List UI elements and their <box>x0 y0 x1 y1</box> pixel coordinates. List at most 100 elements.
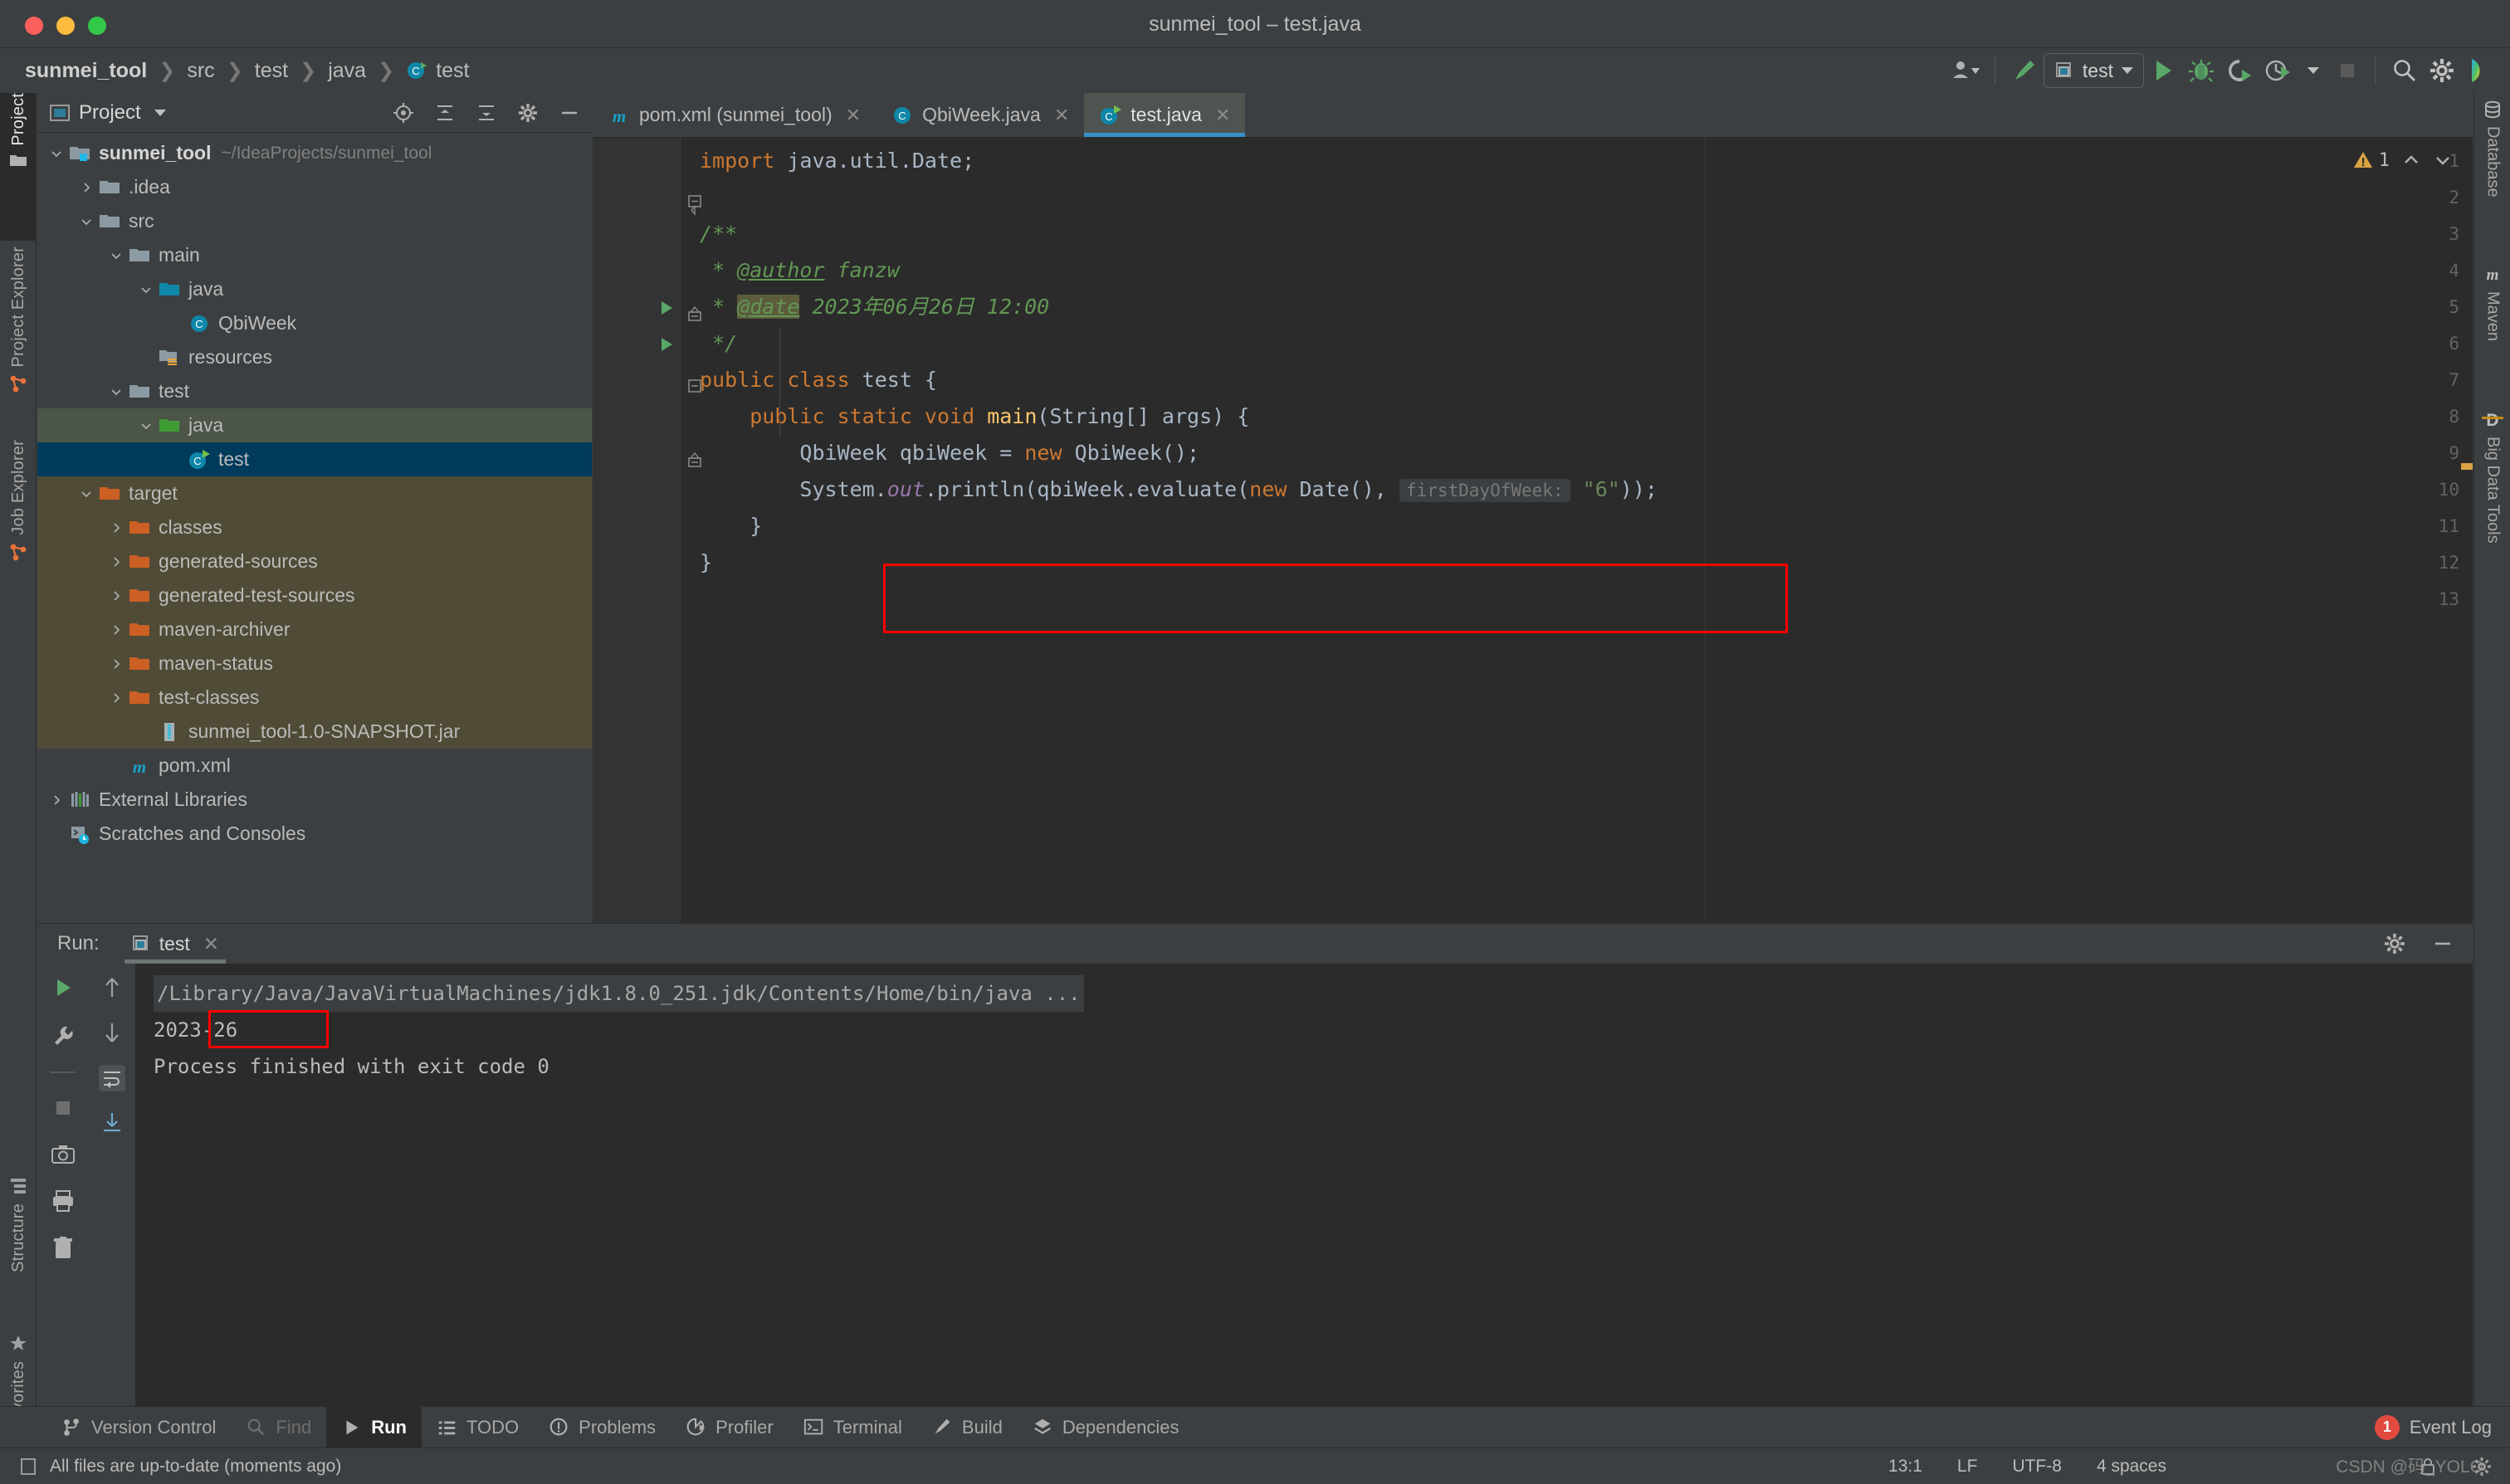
tool-window-button[interactable]: Find <box>231 1407 326 1447</box>
chevron-right-icon[interactable] <box>105 589 127 603</box>
down-arrow-icon[interactable] <box>101 1020 123 1045</box>
tree-row[interactable]: generated-sources <box>37 544 592 578</box>
caret-position[interactable]: 13:1 <box>1888 1457 1922 1477</box>
editor-gutter[interactable] <box>593 138 680 923</box>
gear-icon[interactable] <box>2383 932 2406 955</box>
file-encoding[interactable]: UTF-8 <box>2012 1457 2062 1477</box>
sidebar-item-project[interactable]: Project <box>0 93 37 241</box>
sidebar-item-database[interactable]: Database <box>2474 100 2510 257</box>
hide-icon[interactable] <box>2431 932 2454 955</box>
tree-row[interactable]: Ctest <box>37 442 592 476</box>
search-icon[interactable] <box>2385 52 2424 89</box>
breadcrumb-item-test[interactable]: test <box>255 59 288 83</box>
tree-row[interactable]: Scratches and Consoles <box>37 817 592 851</box>
fold-marker-icon[interactable] <box>687 305 702 322</box>
camera-icon[interactable] <box>51 1143 76 1166</box>
breadcrumb-item-java[interactable]: java <box>328 59 366 83</box>
sidebar-item-project-explorer[interactable]: Project Explorer <box>0 247 37 433</box>
chevron-right-icon[interactable] <box>105 657 127 671</box>
tree-row[interactable]: src <box>37 204 592 238</box>
run-tab-test[interactable]: test ✕ <box>121 924 229 964</box>
chevron-down-icon[interactable] <box>76 215 97 228</box>
sidebar-item-job-explorer[interactable]: Job Explorer <box>0 440 37 606</box>
tree-row[interactable]: sunmei_tool ~/IdeaProjects/sunmei_tool <box>37 136 592 170</box>
tree-row[interactable]: target <box>37 476 592 510</box>
tree-row[interactable]: External Libraries <box>37 783 592 817</box>
tree-row[interactable]: C QbiWeek <box>37 306 592 340</box>
close-icon[interactable]: ✕ <box>846 105 861 126</box>
sidebar-item-maven[interactable]: m Maven <box>2474 263 2510 396</box>
close-icon[interactable]: ✕ <box>1215 105 1230 126</box>
chevron-right-icon[interactable] <box>76 181 97 194</box>
indent-setting[interactable]: 4 spaces <box>2097 1457 2166 1477</box>
trash-icon[interactable] <box>51 1236 75 1261</box>
chevron-right-icon[interactable] <box>46 793 67 807</box>
tool-window-button[interactable]: Profiler <box>671 1407 789 1447</box>
build-hammer-icon[interactable] <box>2005 52 2044 89</box>
fold-marker-icon[interactable] <box>687 378 702 393</box>
wrench-icon[interactable] <box>51 1023 76 1048</box>
breadcrumb-item-project[interactable]: sunmei_tool <box>25 59 147 83</box>
close-icon[interactable]: ✕ <box>1054 105 1069 126</box>
run-icon[interactable] <box>2144 52 2182 89</box>
breadcrumb-item-src[interactable]: src <box>187 59 214 83</box>
tree-row[interactable]: sunmei_tool-1.0-SNAPSHOT.jar <box>37 715 592 749</box>
chevron-right-icon[interactable] <box>105 555 127 569</box>
run-gutter-icon[interactable] <box>657 299 676 317</box>
lock-icon[interactable] <box>2419 1457 2437 1477</box>
tool-window-button[interactable]: Run <box>326 1407 422 1447</box>
chevron-down-icon[interactable] <box>135 283 157 296</box>
tree-row[interactable]: test <box>37 374 592 408</box>
inspection-widget[interactable]: 1 <box>2352 149 2453 171</box>
rerun-icon[interactable] <box>51 975 76 1000</box>
run-with-coverage-icon[interactable] <box>2220 52 2259 89</box>
line-separator[interactable]: LF <box>1957 1457 1978 1477</box>
chevron-down-icon[interactable] <box>2297 52 2330 89</box>
up-arrow-icon[interactable] <box>101 975 123 1000</box>
run-configuration-selector[interactable]: test <box>2043 53 2144 88</box>
profiler-icon[interactable] <box>2259 52 2297 89</box>
gear-icon[interactable] <box>2424 52 2460 89</box>
event-log-group[interactable]: 1 Event Log <box>2374 1407 2510 1447</box>
target-icon[interactable] <box>393 102 414 124</box>
tree-row[interactable]: classes <box>37 510 592 544</box>
chevron-right-icon[interactable] <box>105 521 127 535</box>
tree-row[interactable]: main <box>37 238 592 272</box>
chevron-right-icon[interactable] <box>105 623 127 637</box>
chevron-down-icon[interactable] <box>46 147 67 160</box>
tree-row[interactable]: java <box>37 408 592 442</box>
gear-icon[interactable] <box>517 102 539 124</box>
tool-window-bar[interactable]: Version Control Find Run TODO Problems Profil… <box>0 1406 2510 1447</box>
chevron-down-icon[interactable] <box>105 249 127 262</box>
console-output[interactable]: /Library/Java/JavaVirtualMachines/jdk1.8… <box>135 964 2473 1424</box>
scrollbar-warning-stripe[interactable] <box>2461 463 2473 470</box>
tree-row[interactable]: java <box>37 272 592 306</box>
project-tree[interactable]: sunmei_tool ~/IdeaProjects/sunmei_tool .id… <box>37 133 592 923</box>
tree-row[interactable]: maven-archiver <box>37 613 592 647</box>
chevron-down-icon[interactable] <box>154 109 166 116</box>
hide-icon[interactable] <box>559 102 580 124</box>
debug-icon[interactable] <box>2182 52 2220 89</box>
tool-window-button[interactable]: Dependencies <box>1018 1407 1194 1447</box>
tool-window-button[interactable]: TODO <box>422 1407 534 1447</box>
stop-icon[interactable] <box>51 1096 75 1120</box>
tree-row[interactable]: m pom.xml <box>37 749 592 783</box>
tool-window-button[interactable]: Terminal <box>789 1407 917 1447</box>
tree-row[interactable]: maven-status <box>37 647 592 681</box>
next-problem-icon[interactable] <box>2433 150 2453 170</box>
ide-logo-icon[interactable] <box>2460 52 2498 89</box>
prev-problem-icon[interactable] <box>2401 150 2421 170</box>
editor-tab-bar[interactable]: m pom.xml (sunmei_tool) ✕ C QbiWeek.java ✕ Cte… <box>593 93 2473 138</box>
chevron-down-icon[interactable] <box>76 487 97 500</box>
code-content[interactable]: import java.util.Date; /** * @author fanz… <box>700 138 2473 923</box>
chevron-down-icon[interactable] <box>135 419 157 432</box>
tree-row[interactable]: test-classes <box>37 681 592 715</box>
soft-wrap-icon[interactable] <box>99 1065 125 1091</box>
warning-count[interactable]: 1 <box>2352 149 2390 171</box>
tool-window-button[interactable]: Version Control <box>46 1407 231 1447</box>
breadcrumb-item-class[interactable]: C test <box>406 59 469 83</box>
expand-all-icon[interactable] <box>476 102 497 124</box>
collapse-all-icon[interactable] <box>434 102 456 124</box>
scroll-to-end-icon[interactable] <box>101 1111 123 1133</box>
tool-window-button[interactable]: Build <box>917 1407 1018 1447</box>
